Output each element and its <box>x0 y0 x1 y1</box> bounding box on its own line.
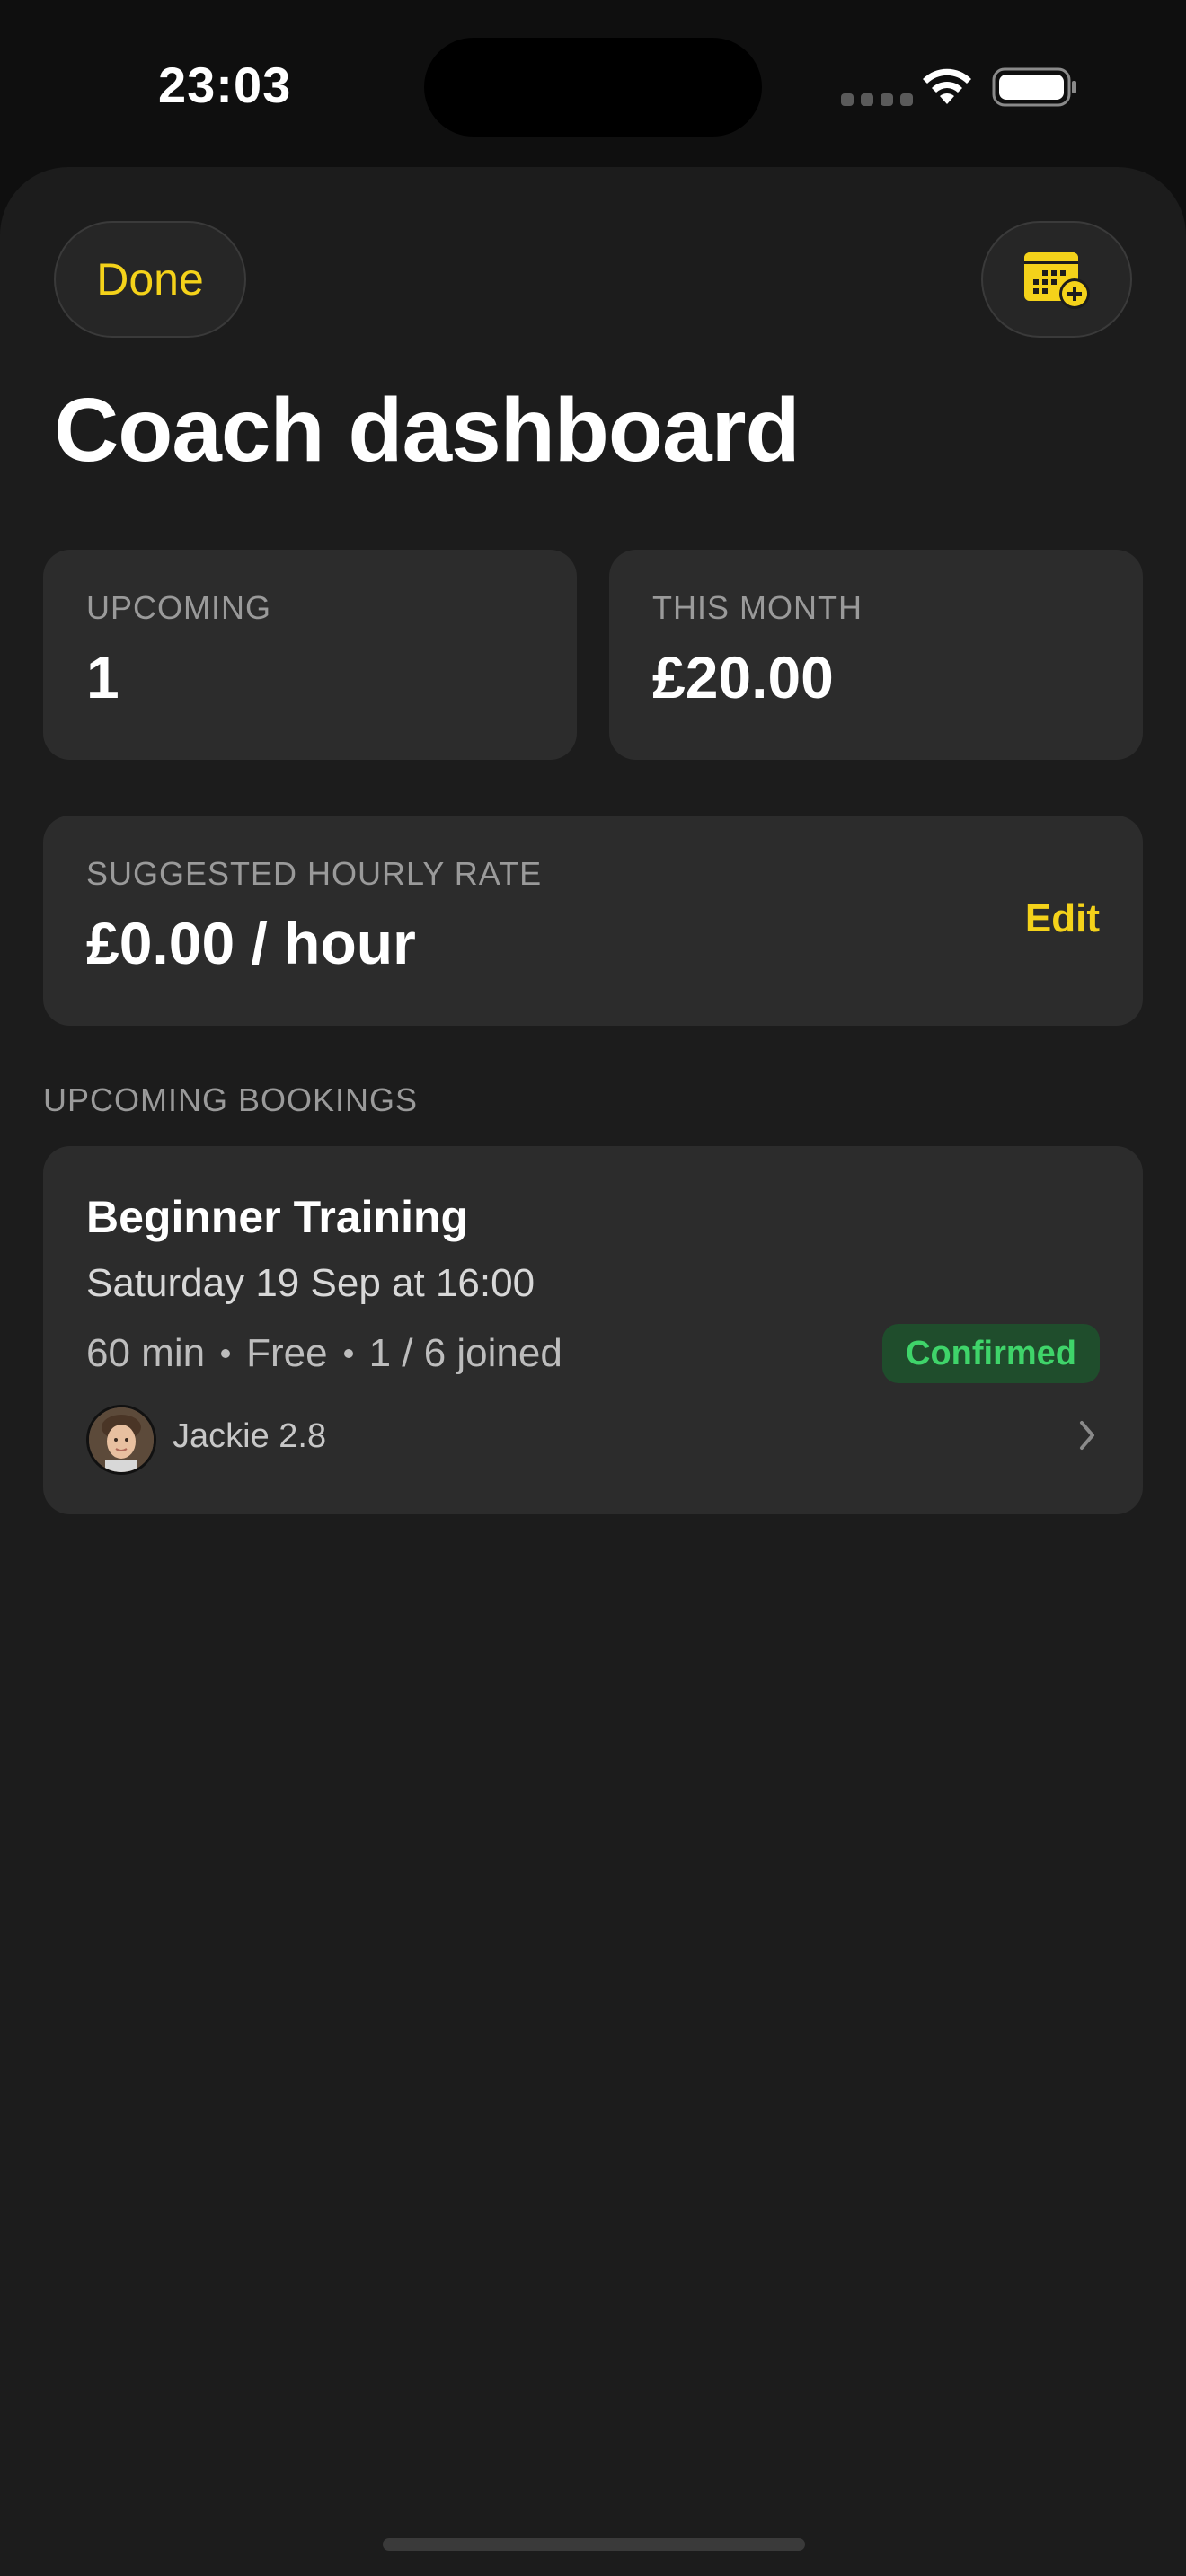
separator-dot <box>221 1349 231 1358</box>
hourly-rate-label: SUGGESTED HOURLY RATE <box>86 855 543 892</box>
wifi-icon <box>923 68 971 104</box>
screen: 23:03 Done Coach dashboard UPCOMING 1 TH… <box>0 0 1186 2576</box>
booking-price: Free <box>246 1331 328 1375</box>
participant-name: Jackie 2.8 <box>173 1417 327 1455</box>
this-month-stat-value: £20.00 <box>652 644 834 710</box>
upcoming-stat-value: 1 <box>86 644 119 710</box>
hourly-rate-card: SUGGESTED HOURLY RATE £0.00 / hour Edit <box>43 816 1143 1026</box>
this-month-stat-card: THIS MONTH £20.00 <box>609 550 1143 760</box>
booking-meta: 60 min Free 1 / 6 joined <box>86 1331 562 1376</box>
status-bar: 23:03 <box>0 0 1186 171</box>
status-badge: Confirmed <box>882 1324 1100 1383</box>
status-time: 23:03 <box>158 57 292 113</box>
upcoming-stat-label: UPCOMING <box>86 589 271 626</box>
dashboard-sheet: Done Coach dashboard UPCOMING 1 THIS MON… <box>0 167 1186 2576</box>
booking-title: Beginner Training <box>86 1192 469 1242</box>
upcoming-stat-card: UPCOMING 1 <box>43 550 577 760</box>
chevron-right-icon <box>1080 1421 1094 1450</box>
booking-date: Saturday 19 Sep at 16:00 <box>86 1261 535 1305</box>
cellular-signal-icon <box>841 93 913 106</box>
hourly-rate-value: £0.00 / hour <box>86 910 416 976</box>
calendar-add-icon <box>1024 252 1090 309</box>
booking-duration: 60 min <box>86 1331 206 1375</box>
add-availability-button[interactable] <box>981 221 1132 338</box>
dynamic-island <box>424 38 762 137</box>
done-button[interactable]: Done <box>54 221 246 338</box>
this-month-stat-label: THIS MONTH <box>652 589 863 626</box>
avatar <box>86 1405 156 1475</box>
separator-dot <box>343 1349 353 1358</box>
home-indicator[interactable] <box>383 2538 805 2551</box>
page-title: Coach dashboard <box>54 380 801 481</box>
edit-rate-button[interactable]: Edit <box>1025 896 1100 941</box>
booking-card[interactable]: Beginner Training Saturday 19 Sep at 16:… <box>43 1146 1143 1514</box>
battery-icon <box>992 67 1076 107</box>
upcoming-bookings-header: UPCOMING BOOKINGS <box>43 1081 419 1118</box>
booking-joined: 1 / 6 joined <box>368 1331 562 1375</box>
